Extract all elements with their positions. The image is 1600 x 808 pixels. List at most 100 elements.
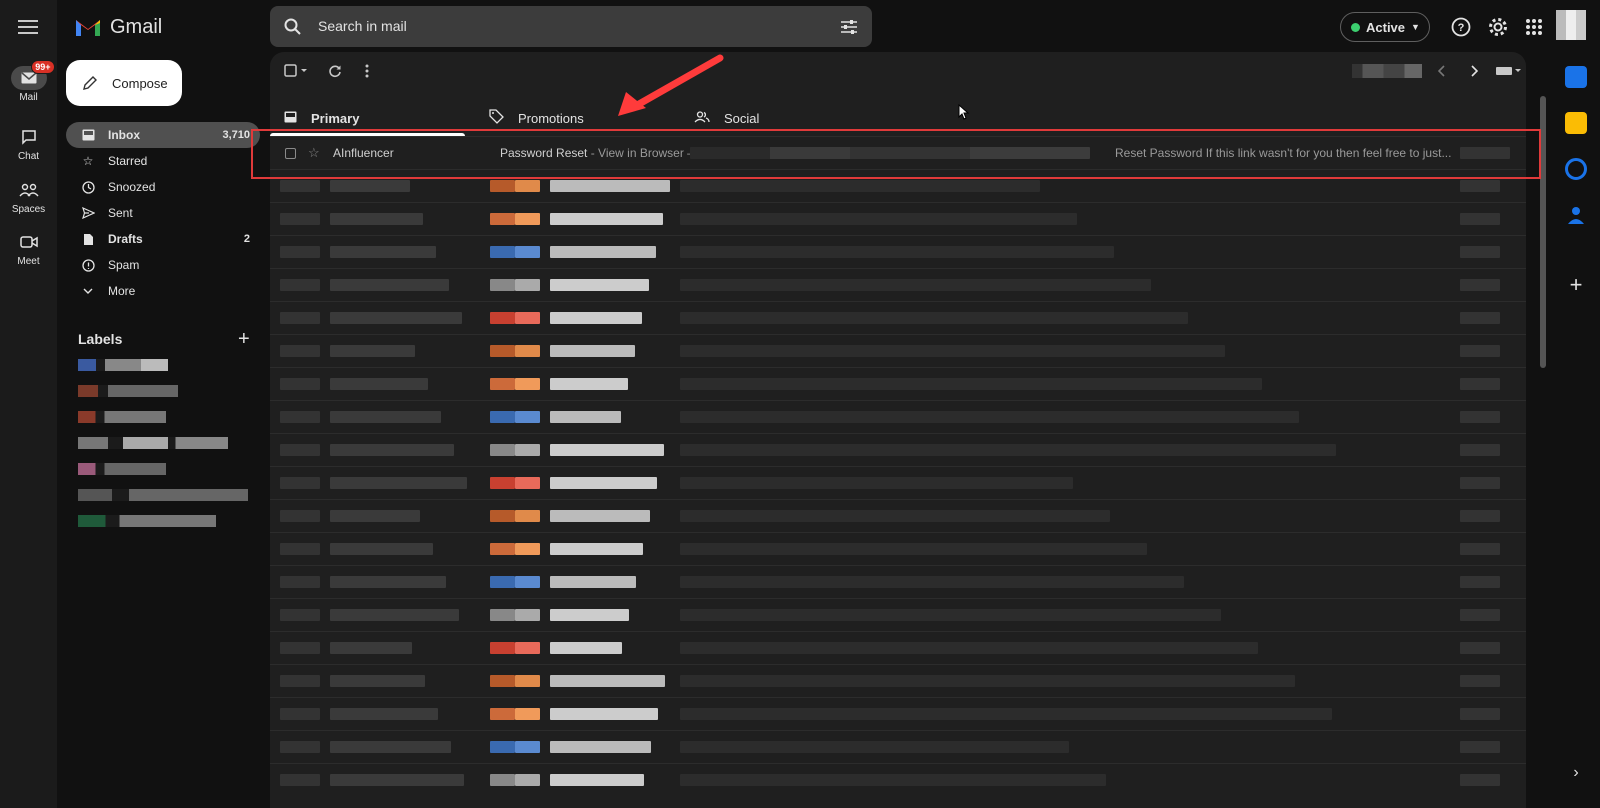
rail-spaces[interactable]: Spaces	[0, 178, 57, 215]
label-item[interactable]	[78, 359, 168, 371]
redacted-block	[1460, 609, 1500, 621]
nav-item-snoozed[interactable]: Snoozed	[66, 174, 260, 200]
spaces-icon	[11, 178, 47, 202]
redacted-block	[550, 642, 622, 654]
label-item[interactable]	[78, 463, 166, 475]
label-item[interactable]	[78, 515, 216, 527]
search-bar[interactable]: Search in mail	[270, 6, 872, 47]
email-row[interactable]	[270, 400, 1526, 433]
rail-chat[interactable]: Chat	[0, 125, 57, 162]
gmail-window: 99+ Mail Chat Spaces Meet Gmail Search i…	[0, 0, 1600, 808]
email-row[interactable]	[270, 730, 1526, 763]
clock-icon	[81, 180, 95, 194]
email-row[interactable]	[270, 367, 1526, 400]
email-row[interactable]	[270, 268, 1526, 301]
redacted-block	[515, 576, 540, 588]
redacted-block	[550, 279, 649, 291]
redacted-block	[330, 774, 464, 786]
nav-item-more[interactable]: More	[66, 278, 260, 304]
redacted-block	[490, 180, 515, 192]
account-avatar[interactable]	[1556, 10, 1586, 40]
chevron-left-icon[interactable]	[1437, 64, 1446, 82]
email-row[interactable]	[270, 697, 1526, 730]
nav-item-spam[interactable]: Spam	[66, 252, 260, 278]
redacted-block	[330, 609, 459, 621]
search-options-icon[interactable]	[840, 18, 858, 36]
gmail-logo[interactable]: Gmail	[74, 14, 162, 40]
redacted-block	[490, 675, 515, 687]
redacted-block	[330, 444, 454, 456]
email-row[interactable]	[270, 235, 1526, 268]
label-item[interactable]	[78, 385, 178, 397]
main-menu-icon[interactable]	[16, 16, 40, 36]
gear-icon[interactable]	[1487, 16, 1509, 38]
redacted-block	[330, 675, 425, 687]
compose-button[interactable]: Compose	[66, 60, 182, 106]
redacted-block	[280, 180, 320, 192]
redacted-block	[515, 279, 540, 291]
redacted-block	[330, 510, 420, 522]
email-row[interactable]	[270, 466, 1526, 499]
email-row[interactable]	[270, 598, 1526, 631]
redacted-block	[680, 477, 1073, 489]
email-row[interactable]	[270, 499, 1526, 532]
redacted-block	[515, 510, 540, 522]
spam-icon	[81, 258, 95, 272]
redacted-block	[550, 543, 643, 555]
keep-icon[interactable]	[1565, 112, 1587, 134]
email-row[interactable]	[270, 202, 1526, 235]
plus-icon[interactable]: +	[1565, 274, 1587, 296]
status-dropdown[interactable]: Active ▼	[1340, 12, 1430, 42]
search-icon[interactable]	[284, 18, 302, 36]
redacted-block	[280, 444, 320, 456]
apps-grid-icon[interactable]	[1523, 16, 1545, 38]
email-row[interactable]	[270, 433, 1526, 466]
redacted-block	[550, 609, 629, 621]
rail-mail[interactable]: 99+ Mail	[0, 60, 57, 103]
email-row[interactable]	[270, 532, 1526, 565]
calendar-icon[interactable]	[1565, 66, 1587, 88]
redacted-block	[280, 411, 320, 423]
more-vert-icon[interactable]	[365, 64, 369, 83]
email-row[interactable]	[270, 565, 1526, 598]
redacted-block	[680, 246, 1114, 258]
redacted-block	[680, 180, 1040, 192]
label-item[interactable]	[78, 489, 248, 501]
redacted-block	[330, 378, 428, 390]
redacted-block	[1460, 345, 1500, 357]
email-row[interactable]	[270, 763, 1526, 796]
input-tools-icon[interactable]	[1495, 64, 1523, 82]
redacted-block	[515, 609, 540, 621]
help-icon[interactable]: ?	[1450, 16, 1472, 38]
refresh-icon[interactable]	[328, 64, 342, 83]
nav-item-sent[interactable]: Sent	[66, 200, 260, 226]
email-row[interactable]	[270, 301, 1526, 334]
plus-icon[interactable]: +	[238, 328, 250, 351]
redacted-block	[680, 213, 1077, 225]
contacts-icon[interactable]	[1565, 204, 1587, 226]
label-item[interactable]	[78, 437, 228, 449]
email-row[interactable]	[270, 334, 1526, 367]
redacted-block	[280, 576, 320, 588]
nav-item-inbox[interactable]: Inbox 3,710	[66, 122, 260, 148]
rail-meet[interactable]: Meet	[0, 230, 57, 267]
status-dot	[1351, 22, 1360, 32]
select-all-checkbox[interactable]	[284, 64, 310, 83]
chevron-right-icon[interactable]	[1470, 64, 1479, 82]
search-input[interactable]: Search in mail	[318, 18, 407, 34]
tasks-icon[interactable]	[1565, 158, 1587, 180]
redacted-block	[1460, 642, 1500, 654]
redacted-block	[680, 642, 1258, 654]
redacted-block	[550, 708, 658, 720]
redacted-block	[680, 279, 1151, 291]
redacted-block	[280, 708, 320, 720]
redacted-block	[515, 246, 540, 258]
nav-item-starred[interactable]: ☆ Starred	[66, 148, 260, 174]
email-row[interactable]	[270, 664, 1526, 697]
redacted-block	[680, 741, 1069, 753]
label-item[interactable]	[78, 411, 166, 423]
folder-nav: Inbox 3,710 ☆ Starred Snoozed Sent Draft…	[66, 122, 260, 304]
nav-item-drafts[interactable]: Drafts 2	[66, 226, 260, 252]
email-row[interactable]	[270, 631, 1526, 664]
chevron-right-icon[interactable]: ›	[1565, 764, 1587, 786]
